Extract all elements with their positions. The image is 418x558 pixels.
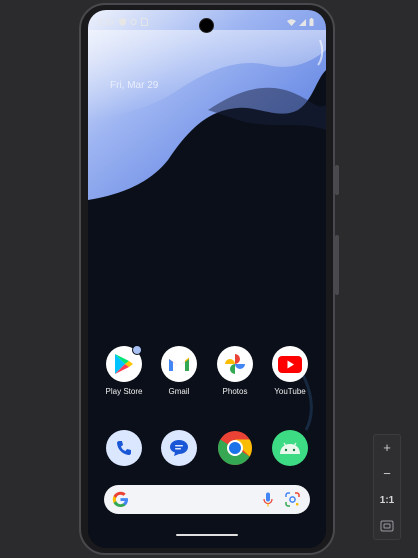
lens-icon[interactable] <box>285 492 300 507</box>
app-play-store[interactable]: Play Store <box>99 345 149 396</box>
sync-icon <box>130 18 137 26</box>
actual-size-button[interactable]: 1:1 <box>374 495 400 506</box>
zoom-in-button[interactable]: + <box>374 437 400 459</box>
app-label: Gmail <box>168 387 190 396</box>
chrome-icon <box>218 431 252 465</box>
sim-icon <box>141 18 148 26</box>
play-store-icon <box>115 354 133 374</box>
signal-icon <box>299 18 306 26</box>
date-widget[interactable]: Fri, Mar 29 <box>110 80 158 91</box>
phone-icon <box>117 441 131 455</box>
gmail-icon <box>169 357 189 371</box>
mic-icon[interactable] <box>263 492 273 507</box>
google-icon <box>112 491 128 507</box>
app-android[interactable] <box>265 430 315 466</box>
emulator-zoom-panel: + − 1:1 <box>373 434 401 540</box>
app-phone[interactable] <box>99 430 149 466</box>
app-label: YouTube <box>274 387 306 396</box>
app-youtube[interactable]: YouTube <box>265 346 315 396</box>
zoom-out-button[interactable]: − <box>374 463 400 485</box>
photos-icon <box>225 354 245 374</box>
phone-screen[interactable]: 5:20 Fri, Mar 29 Play Store Gmail Photos… <box>88 10 326 548</box>
fit-screen-icon <box>380 520 394 532</box>
google-search-bar[interactable] <box>104 485 310 514</box>
app-label: Photos <box>222 387 248 396</box>
notification-badge <box>132 345 142 355</box>
app-messages[interactable] <box>154 430 204 466</box>
youtube-icon <box>278 355 302 373</box>
home-indicator[interactable] <box>176 534 238 536</box>
front-camera <box>199 18 214 33</box>
app-gmail[interactable]: Gmail <box>154 346 204 396</box>
app-photos[interactable]: Photos <box>210 346 260 396</box>
volume-button[interactable] <box>335 235 339 295</box>
wifi-icon <box>287 18 296 26</box>
fit-screen-button[interactable] <box>380 519 394 532</box>
battery-icon <box>309 18 314 26</box>
android-icon <box>280 442 300 454</box>
app-chrome[interactable] <box>210 430 260 466</box>
messages-icon <box>170 440 188 456</box>
power-button[interactable] <box>335 165 339 195</box>
status-time: 5:20 <box>98 18 114 27</box>
app-label: Play Store <box>105 387 143 396</box>
shield-icon <box>119 18 126 26</box>
